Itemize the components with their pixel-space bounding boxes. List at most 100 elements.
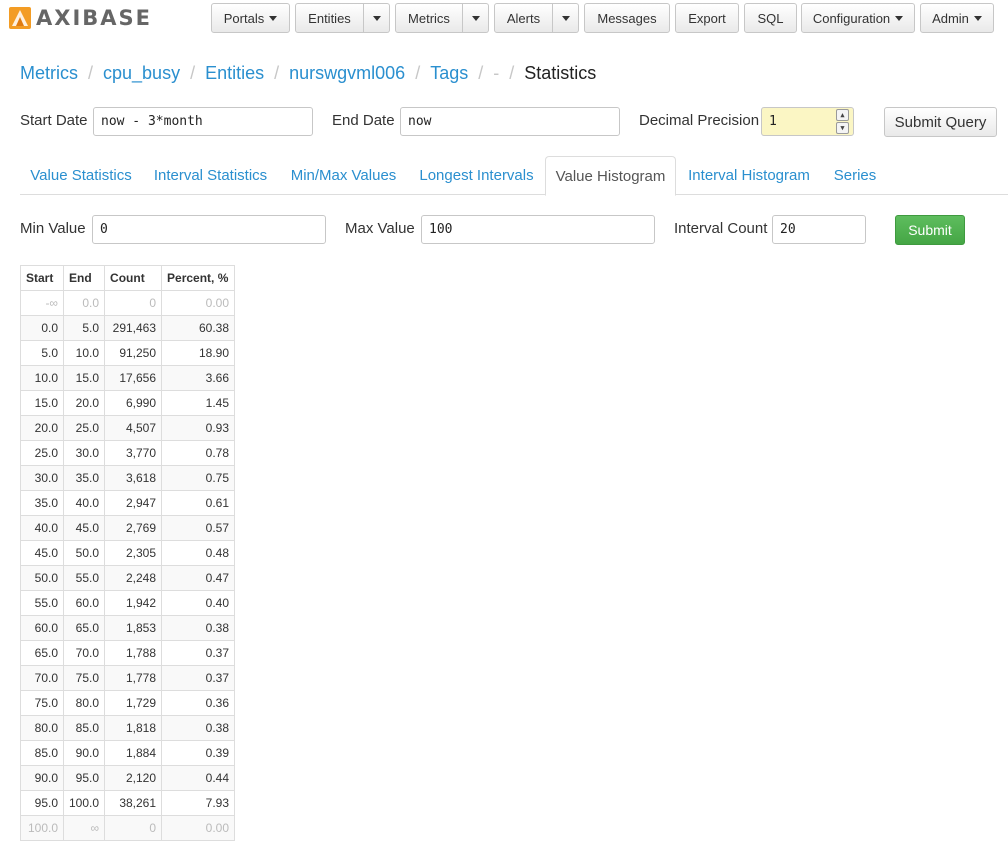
tab-value-statistics[interactable]: Value Statistics [20,156,142,195]
tab-value-histogram[interactable]: Value Histogram [545,156,676,196]
table-row: 80.0 85.0 1,818 0.38 [20,715,236,741]
axibase-logo[interactable]: AXIBASE [8,5,152,31]
cell-start: 30.0 [20,465,64,491]
table-header-row: Start End Count Percent, % [20,265,236,291]
column-header-percent[interactable]: Percent, % [161,265,236,291]
cell-end: 100.0 [62,790,106,816]
tab-label: Longest Intervals [419,167,534,184]
start-date-input[interactable]: now - 3*month [93,107,313,136]
breadcrumb: Metrics / cpu_busy / Entities / nurswgvm… [20,60,596,86]
tab-series[interactable]: Series [822,156,888,195]
cell-end: 5.0 [62,315,106,341]
cell-start: -∞ [20,290,64,316]
chevron-down-icon [895,15,904,21]
table-row: 45.0 50.0 2,305 0.48 [20,540,236,566]
cell-percent: 0.38 [161,715,236,741]
column-header-start[interactable]: Start [20,265,64,291]
submit-label: Submit [908,222,952,238]
table-row: 25.0 30.0 3,770 0.78 [20,440,236,466]
end-date-label: End Date [332,112,395,129]
chevron-down-icon [561,15,570,21]
admin-dropdown[interactable]: Admin [920,3,994,33]
max-value-input[interactable]: 100 [421,215,655,244]
metrics-dropdown-toggle[interactable] [463,3,489,33]
cell-start: 90.0 [20,765,64,791]
tab-label: Series [833,167,877,184]
logo-text: AXIBASE [36,6,152,30]
submit-button[interactable]: Submit [895,215,965,245]
tab-interval-statistics[interactable]: Interval Statistics [144,156,277,195]
min-value-input[interactable]: 0 [92,215,326,244]
cell-percent: 0.37 [161,665,236,691]
cell-percent: 0.39 [161,740,236,766]
messages-button[interactable]: Messages [584,3,670,33]
table-row: 90.0 95.0 2,120 0.44 [20,765,236,791]
min-value-label: Min Value [20,220,86,237]
cell-count: 2,305 [104,540,163,566]
cell-count: 91,250 [104,340,163,366]
decimal-precision-input[interactable]: 1 ▲ ▼ [761,107,854,136]
breadcrumb-entity[interactable]: nurswgvml006 [289,63,405,84]
metrics-button[interactable]: Metrics [395,3,463,33]
portals-dropdown[interactable]: Portals [211,3,290,33]
tab-interval-histogram[interactable]: Interval Histogram [679,156,819,195]
cell-start: 65.0 [20,640,64,666]
cell-count: 1,818 [104,715,163,741]
breadcrumb-tags[interactable]: Tags [430,63,468,84]
metrics-label: Metrics [408,10,450,26]
breadcrumb-separator: / [415,62,421,83]
cell-count: 1,853 [104,615,163,641]
cell-start: 70.0 [20,665,64,691]
table-row: 65.0 70.0 1,788 0.37 [20,640,236,666]
cell-percent: 3.66 [161,365,236,391]
cell-end: 45.0 [62,515,106,541]
max-value-value: 100 [429,222,453,237]
table-row: 30.0 35.0 3,618 0.75 [20,465,236,491]
table-row: 60.0 65.0 1,853 0.38 [20,615,236,641]
column-header-end[interactable]: End [62,265,106,291]
cell-start: 95.0 [20,790,64,816]
column-header-count[interactable]: Count [104,265,163,291]
cell-percent: 0.40 [161,590,236,616]
breadcrumb-metric[interactable]: cpu_busy [103,63,180,84]
submit-query-button[interactable]: Submit Query [884,107,997,137]
decrement-icon[interactable]: ▼ [836,122,849,134]
chevron-down-icon [471,15,480,21]
breadcrumb-metrics[interactable]: Metrics [20,63,78,84]
cell-end: 35.0 [62,465,106,491]
alerts-button[interactable]: Alerts [494,3,553,33]
export-label: Export [688,10,726,26]
interval-count-input[interactable]: 20 [772,215,866,244]
cell-percent: 0.36 [161,690,236,716]
cell-end: 30.0 [62,440,106,466]
min-value-value: 0 [100,222,108,237]
table-row: 15.0 20.0 6,990 1.45 [20,390,236,416]
cell-count: 6,990 [104,390,163,416]
admin-label: Admin [932,10,969,26]
cell-count: 3,770 [104,440,163,466]
cell-count: 2,769 [104,515,163,541]
cell-start: 45.0 [20,540,64,566]
tab-label: Interval Statistics [153,167,268,184]
breadcrumb-separator: / [88,62,94,83]
tab-label: Value Histogram [555,167,666,185]
configuration-dropdown[interactable]: Configuration [801,3,915,33]
breadcrumb-separator: / [509,62,515,83]
alerts-dropdown-toggle[interactable] [553,3,579,33]
increment-icon[interactable]: ▲ [836,109,849,121]
table-row: 0.0 5.0 291,463 60.38 [20,315,236,341]
end-date-input[interactable]: now [400,107,620,136]
table-row: -∞ 0.0 0 0.00 [20,290,236,316]
cell-start: 20.0 [20,415,64,441]
entities-button[interactable]: Entities [295,3,364,33]
export-button[interactable]: Export [675,3,739,33]
tab-min-max-values[interactable]: Min/Max Values [279,156,408,195]
cell-count: 291,463 [104,315,163,341]
breadcrumb-entities[interactable]: Entities [205,63,264,84]
configuration-label: Configuration [812,10,891,26]
entities-dropdown-toggle[interactable] [364,3,390,33]
decimal-precision-label: Decimal Precision [639,112,760,129]
tab-longest-intervals[interactable]: Longest Intervals [410,156,543,195]
breadcrumb-tag-value[interactable]: - [493,63,499,84]
sql-button[interactable]: SQL [744,3,797,33]
